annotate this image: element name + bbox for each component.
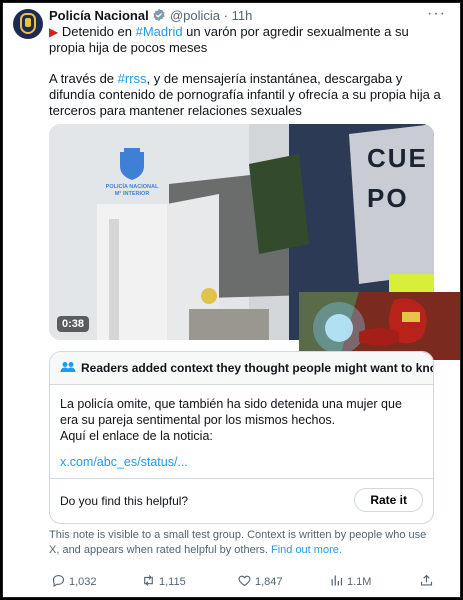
badge-line-2: M° INTERIOR (114, 191, 150, 197)
more-options-icon[interactable]: ··· (427, 5, 446, 23)
like-count: 1,847 (255, 576, 283, 588)
video-duration: 0:38 (57, 316, 90, 332)
share-button[interactable] (419, 573, 437, 589)
like-button[interactable]: 1,847 (237, 573, 283, 589)
notes-footnote: This note is visible to a small test gro… (49, 528, 439, 558)
notes-header: Readers added context they thought peopl… (50, 352, 433, 385)
helpful-question: Do you find this helpful? (60, 494, 189, 508)
overlay-image (299, 292, 460, 360)
tweet-card: Policía Nacional @policia · 11h ··· ▶ De… (2, 2, 461, 598)
notes-body: La policía omite, que también ha sido de… (50, 385, 433, 470)
handle[interactable]: @policia (170, 8, 220, 23)
footnote-text: This note is visible to a small test gro… (49, 529, 427, 556)
notes-link[interactable]: x.com/abc_es/status/... (60, 454, 423, 470)
police-crest-icon (20, 13, 36, 34)
reply-icon (52, 574, 65, 588)
heart-icon (238, 575, 251, 587)
notes-header-text: Readers added context they thought peopl… (81, 361, 434, 375)
text-segment: A través de (49, 71, 118, 86)
hashtag-rrss[interactable]: #rrss (118, 71, 147, 86)
vest-text: CUE PO (367, 143, 428, 213)
helpful-row: Do you find this helpful? Rate it (50, 478, 433, 512)
community-notes: Readers added context they thought peopl… (49, 351, 434, 524)
repost-count: 1,115 (159, 576, 186, 588)
tweet-paragraph-1: ▶ Detenido en #Madrid un varón por agred… (49, 24, 443, 56)
tweet-header: Policía Nacional @policia · 11h (49, 8, 252, 23)
views-icon (331, 575, 343, 586)
avatar[interactable] (13, 9, 43, 39)
tweet-text: ▶ Detenido en #Madrid un varón por agred… (49, 24, 443, 134)
repost-icon (144, 575, 153, 586)
repost-button[interactable]: 1,115 (141, 573, 186, 589)
verified-badge-icon (153, 8, 165, 22)
badge-line-1: POLICÍA NACIONAL (105, 184, 159, 190)
timestamp[interactable]: 11h (232, 8, 253, 23)
views-button[interactable]: 1.1M (329, 573, 371, 589)
find-out-more-link[interactable]: Find out more. (271, 544, 342, 556)
red-flag-icon: ▶ (49, 25, 59, 39)
reply-button[interactable]: 1,032 (51, 573, 97, 589)
notes-text: La policía omite, que también ha sido de… (60, 397, 402, 443)
share-icon (420, 574, 433, 586)
text-segment: Detenido en (61, 24, 136, 39)
tweet-paragraph-2: A través de #rrss, y de mensajería insta… (49, 71, 443, 119)
rate-it-button[interactable]: Rate it (354, 488, 423, 512)
separator: · (223, 8, 228, 23)
people-icon (60, 362, 76, 372)
police-logo-caption: POLICÍA NACIONAL M° INTERIOR (77, 184, 187, 198)
hashtag-madrid[interactable]: #Madrid (136, 24, 183, 39)
action-bar: 1,032 1,115 1,847 1.1M (49, 573, 439, 589)
views-count: 1.1M (347, 576, 372, 588)
reply-count: 1,032 (69, 576, 97, 588)
author-name[interactable]: Policía Nacional (49, 8, 149, 23)
